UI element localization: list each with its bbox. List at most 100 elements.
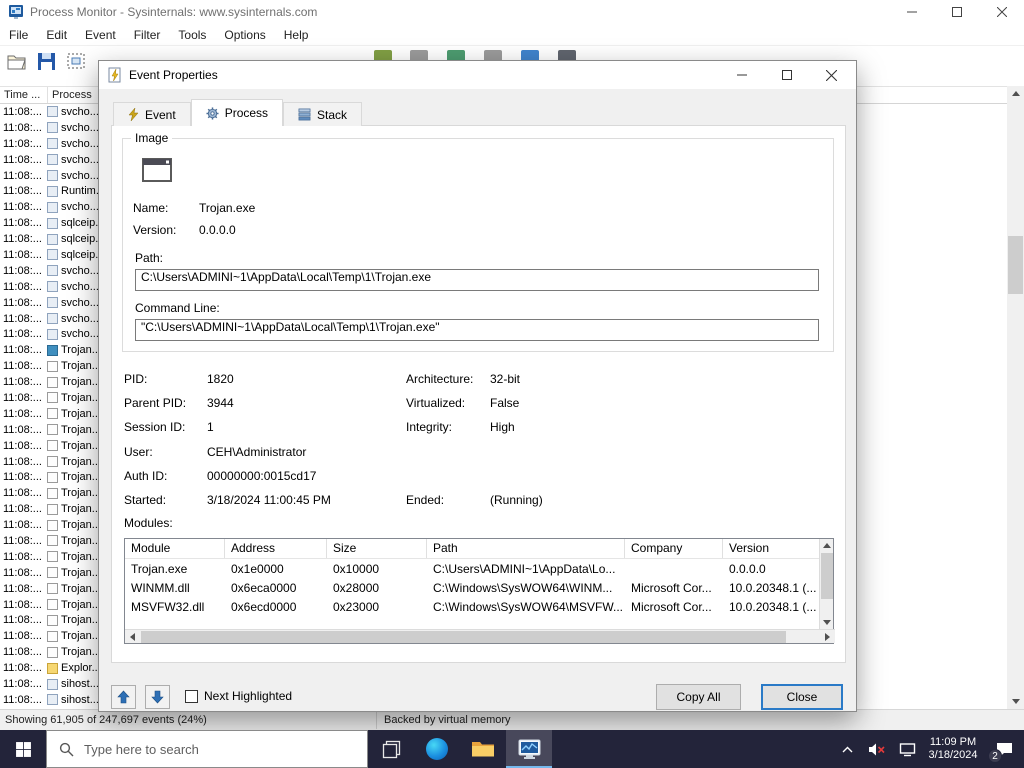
volume-tray-button[interactable] — [862, 730, 892, 768]
copy-all-button[interactable]: Copy All — [656, 684, 741, 710]
taskbar-clock[interactable]: 11:09 PM 3/18/2024 — [922, 736, 984, 762]
modules-scroll-left-icon[interactable] — [125, 630, 140, 644]
search-icon — [59, 742, 74, 756]
close-button[interactable] — [979, 0, 1024, 24]
process-icon — [47, 154, 58, 166]
image-name-value: Trojan.exe — [199, 201, 256, 215]
dialog-maximize-button[interactable] — [764, 61, 809, 89]
dialog-close-button[interactable] — [809, 61, 854, 89]
scroll-down-icon[interactable] — [1007, 694, 1024, 709]
process-icon — [47, 471, 58, 483]
event-process-name: Trojan... — [61, 455, 101, 468]
module-row[interactable]: MSVFW32.dll 0x6ecd0000 0x23000 C:\Window… — [125, 597, 820, 616]
event-time: 11:08:... — [3, 566, 42, 579]
event-time: 11:08:... — [3, 582, 42, 595]
parent-pid-label: Parent PID: — [124, 396, 187, 410]
dialog-minimize-button[interactable] — [719, 61, 764, 89]
menu-item[interactable]: Help — [275, 25, 318, 45]
action-center-button[interactable]: 2 — [984, 730, 1024, 768]
menu-item[interactable]: Options — [215, 25, 274, 45]
taskbar-search[interactable] — [46, 730, 368, 768]
event-time: 11:08:... — [3, 328, 42, 341]
menu-item[interactable]: File — [0, 25, 37, 45]
image-groupbox: Image Name: Trojan.exe Version: 0.0.0.0 … — [122, 131, 834, 352]
file-explorer-taskbar-button[interactable] — [460, 730, 506, 768]
desktop: Process Monitor - Sysinternals: www.sysi… — [0, 0, 1024, 768]
company-column-header[interactable]: Company — [625, 539, 723, 558]
path-column-header[interactable]: Path — [427, 539, 625, 558]
auth-id-value: 00000000:0015cd17 — [207, 469, 317, 483]
process-icon — [47, 678, 58, 690]
tab-event[interactable]: Event — [113, 102, 191, 126]
module-row[interactable]: WINMM.dll 0x6eca0000 0x28000 C:\Windows\… — [125, 578, 820, 597]
event-time: 11:08:... — [3, 487, 42, 500]
event-process-name: Trojan... — [61, 439, 101, 452]
tab-stack-label: Stack — [317, 107, 348, 122]
tab-process[interactable]: Process — [190, 99, 284, 127]
next-event-button[interactable] — [145, 685, 170, 709]
modules-scroll-right-icon[interactable] — [820, 630, 835, 644]
network-tray-button[interactable] — [892, 730, 922, 768]
command-line-field[interactable]: "C:\Users\ADMINI~1\AppData\Local\Temp\1\… — [135, 319, 819, 341]
process-icon — [47, 313, 58, 325]
event-time: 11:08:... — [3, 391, 42, 404]
process-icon — [47, 456, 58, 468]
stack-icon — [298, 108, 311, 121]
next-highlighted-checkbox[interactable] — [185, 690, 198, 703]
show-hidden-icons-button[interactable] — [832, 730, 862, 768]
size-column-header[interactable]: Size — [327, 539, 427, 558]
lightning-icon — [128, 108, 139, 121]
virtualized-label: Virtualized: — [406, 396, 466, 410]
close-dialog-button[interactable]: Close — [761, 684, 843, 710]
process-icon — [47, 201, 58, 213]
integrity-value: High — [490, 420, 515, 434]
module-row[interactable]: Trojan.exe 0x1e0000 0x10000 C:\Users\ADM… — [125, 559, 820, 578]
event-process-name: Trojan... — [61, 471, 101, 484]
tab-stack[interactable]: Stack — [283, 102, 363, 126]
process-icon — [47, 138, 58, 150]
process-icon — [47, 408, 58, 420]
procmon-taskbar-button[interactable] — [506, 730, 552, 768]
modules-scrollbar-thumb[interactable] — [821, 553, 833, 599]
task-view-button[interactable] — [368, 730, 414, 768]
architecture-label: Architecture: — [406, 372, 474, 386]
maximize-button[interactable] — [934, 0, 979, 24]
module-column-header[interactable]: Module — [125, 539, 225, 558]
process-icon — [47, 297, 58, 309]
column-header-time[interactable]: Time ... — [0, 87, 48, 103]
previous-event-button[interactable] — [111, 685, 136, 709]
modules-scroll-up-icon[interactable] — [820, 539, 834, 552]
modules-vertical-scrollbar[interactable] — [819, 539, 833, 629]
open-file-icon[interactable] — [6, 52, 28, 72]
minimize-button[interactable] — [889, 0, 934, 24]
event-time: 11:08:... — [3, 264, 42, 277]
windows-logo-icon — [15, 741, 31, 757]
module-version: 10.0.20348.1 (... — [729, 599, 817, 614]
address-column-header[interactable]: Address — [225, 539, 327, 558]
module-version: 10.0.20348.1 (... — [729, 580, 817, 595]
process-icon — [47, 281, 58, 293]
event-process-name: svcho... — [61, 201, 99, 214]
modules-horizontal-scrollbar[interactable] — [125, 629, 835, 643]
scrollbar-thumb[interactable] — [1008, 236, 1023, 294]
process-icon — [47, 106, 58, 118]
event-process-name: svcho... — [61, 264, 99, 277]
modules-hscrollbar-thumb[interactable] — [141, 631, 786, 643]
menu-item[interactable]: Event — [76, 25, 125, 45]
path-field[interactable]: C:\Users\ADMINI~1\AppData\Local\Temp\1\T… — [135, 269, 819, 291]
event-time: 11:08:... — [3, 678, 42, 690]
scroll-up-icon[interactable] — [1007, 86, 1024, 101]
capture-icon[interactable] — [66, 52, 88, 72]
main-scrollbar[interactable] — [1007, 86, 1024, 709]
modules-scroll-down-icon[interactable] — [820, 616, 834, 629]
process-icon — [47, 440, 58, 452]
version-column-header[interactable]: Version — [723, 539, 820, 558]
menu-item[interactable]: Filter — [125, 25, 170, 45]
search-input[interactable] — [84, 741, 344, 757]
menu-item[interactable]: Edit — [37, 25, 76, 45]
modules-header: Module Address Size Path Company Version — [125, 539, 820, 559]
save-icon[interactable] — [36, 52, 58, 72]
start-button[interactable] — [0, 730, 46, 768]
menu-item[interactable]: Tools — [169, 25, 215, 45]
edge-taskbar-button[interactable] — [414, 730, 460, 768]
